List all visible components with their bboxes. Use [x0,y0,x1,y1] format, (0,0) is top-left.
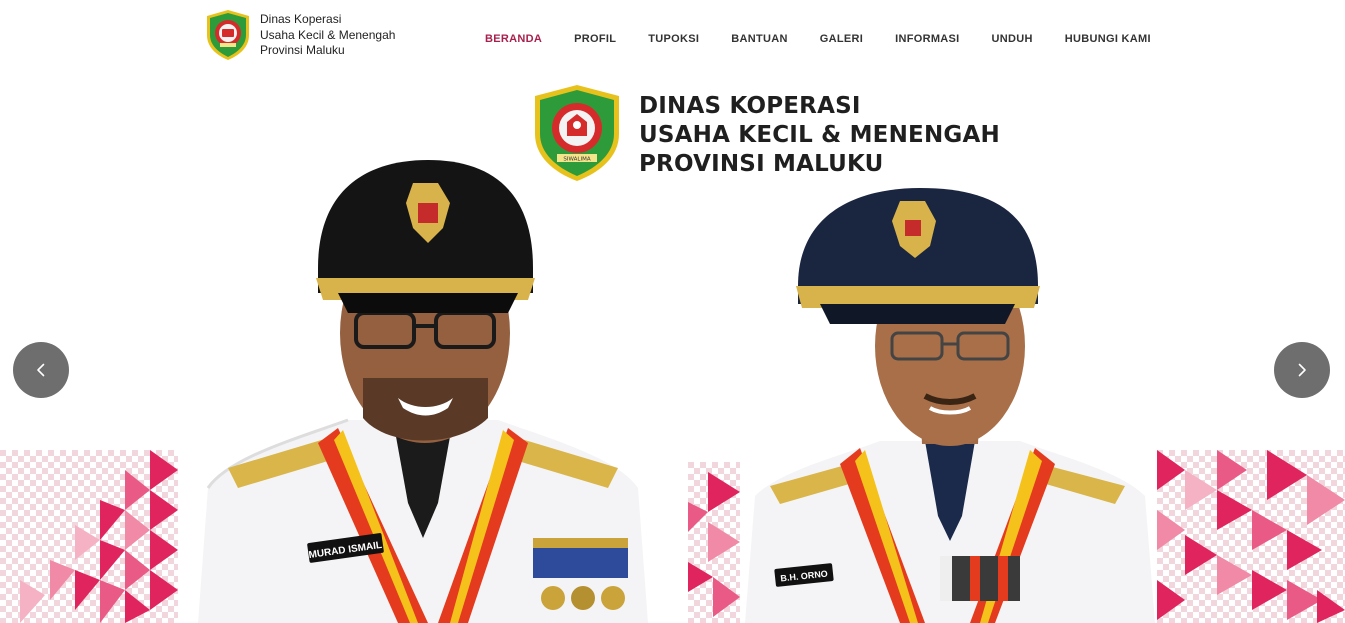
logo-line-2: Usaha Kecil & Menengah [260,27,396,42]
slider-prev-button[interactable] [13,342,69,398]
hero-title-line-1: DINAS KOPERASI [639,93,861,119]
triangle-pattern-left [0,450,178,623]
slider-next-button[interactable] [1274,342,1330,398]
triangle-pattern-right [1157,450,1345,623]
site-header: Dinas Koperasi Usaha Kecil & Menengah Pr… [0,0,1345,78]
nav-item-tupoksi[interactable]: TUPOKSI [648,31,699,47]
main-nav: BERANDA PROFIL TUPOKSI BANTUAN GALERI IN… [485,31,1151,47]
nav-item-unduh[interactable]: UNDUH [992,31,1033,47]
governor-portrait: MURAD ISMAIL [198,160,648,623]
triangle-pattern-middle [688,462,740,623]
hero-slider: SIWALIMA DINAS KOPERASI USAHA KECIL & ME… [0,78,1345,623]
nav-item-profil[interactable]: PROFIL [574,31,616,47]
nav-item-beranda[interactable]: BERANDA [485,31,542,47]
nav-item-informasi[interactable]: INFORMASI [895,31,959,47]
nav-item-hubungi-kami[interactable]: HUBUNGI KAMI [1065,31,1151,47]
nav-item-galeri[interactable]: GALERI [820,31,863,47]
site-logo-text: Dinas Koperasi Usaha Kecil & Menengah Pr… [260,12,395,59]
hero-title-line-3: PROVINSI MALUKU [639,151,884,177]
vice-governor-portrait: B.H. ORNO [745,188,1155,623]
chevron-right-icon [1298,363,1306,377]
hero-title-line-2: USAHA KECIL & MENENGAH [639,122,1000,148]
logo-line-3: Provinsi Maluku [260,43,345,57]
site-logo[interactable]: Dinas Koperasi Usaha Kecil & Menengah Pr… [205,9,395,61]
nav-item-bantuan[interactable]: BANTUAN [731,31,787,47]
logo-line-1: Dinas Koperasi [260,12,342,26]
chevron-left-icon [37,363,45,377]
hero-title: DINAS KOPERASI USAHA KECIL & MENENGAH PR… [639,92,1000,179]
province-emblem-icon [207,10,249,60]
